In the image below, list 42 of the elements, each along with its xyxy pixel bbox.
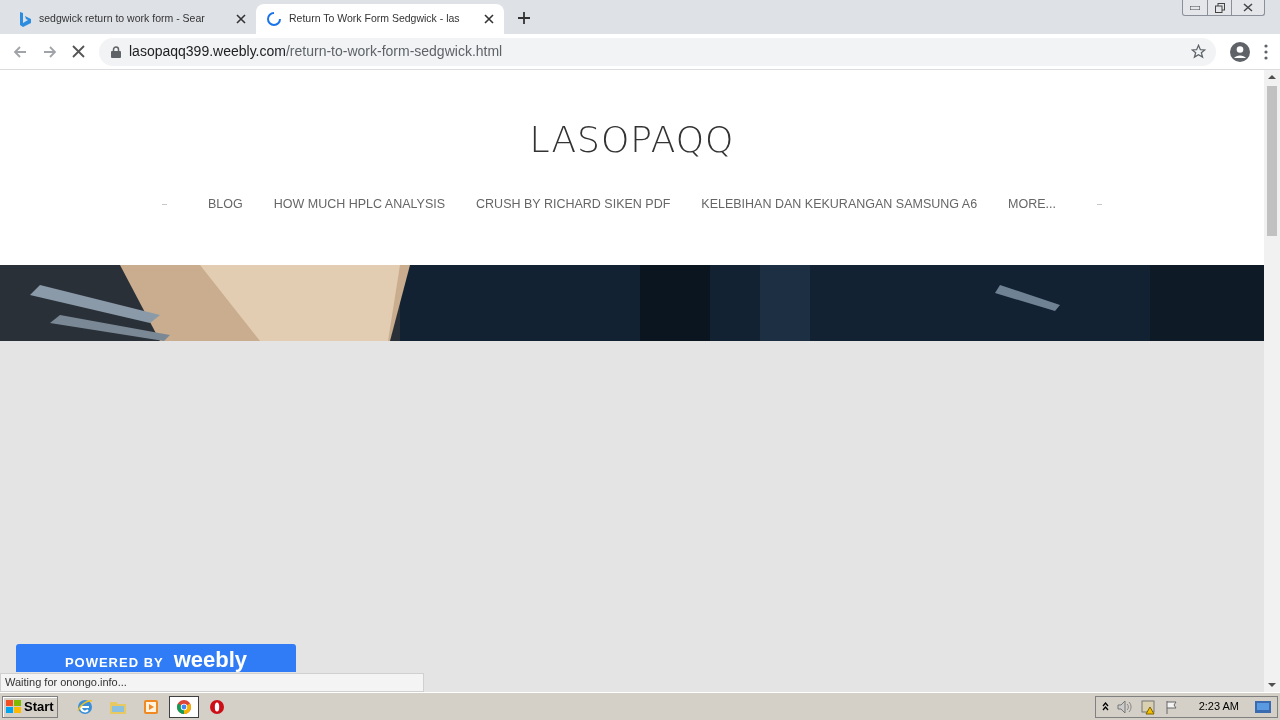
minimize-icon <box>1190 5 1200 10</box>
new-tab-icon[interactable] <box>518 12 530 24</box>
nav-link[interactable]: KELEBIHAN DAN KEKURANGAN SAMSUNG A6 <box>701 195 978 214</box>
windows-logo-icon <box>6 699 22 714</box>
nav-mark: – <box>161 197 167 211</box>
tab-title: Return To Work Form Sedgwick - las <box>289 11 461 27</box>
site-title: LASOPAQQ <box>529 122 735 158</box>
scroll-up-icon[interactable] <box>1268 74 1276 80</box>
flag-icon[interactable] <box>1164 699 1179 714</box>
close-icon[interactable] <box>236 14 246 24</box>
url-text: lasopaqq399.weebly.com/return-to-work-form-sedgwick.html <box>129 42 504 61</box>
address-bar[interactable]: lasopaqq399.weebly.com/return-to-work-form-sedgwick.html <box>99 37 1216 66</box>
close-icon[interactable] <box>484 14 494 24</box>
chrome-icon <box>175 698 192 715</box>
network-warning-icon[interactable] <box>1140 698 1157 715</box>
nav-link[interactable]: HOW MUCH HPLC ANALYSIS <box>273 195 446 214</box>
stop-icon[interactable] <box>72 45 85 58</box>
tab-title: sedgwick return to work form - Sear <box>39 11 206 27</box>
menu-icon[interactable] <box>1264 43 1268 60</box>
media-player-icon <box>142 698 159 715</box>
nav-link[interactable]: MORE... <box>1008 195 1056 214</box>
scroll-down-icon[interactable] <box>1268 682 1276 688</box>
start-button[interactable]: Start <box>2 695 58 718</box>
close-icon <box>1243 3 1253 12</box>
lock-icon <box>111 45 121 58</box>
star-icon[interactable] <box>1191 44 1206 59</box>
desktop-icon[interactable] <box>1255 700 1271 713</box>
browser-tab[interactable]: Return To Work Form Sedgwick - las <box>256 4 504 34</box>
nav-mark: – <box>1097 197 1103 211</box>
speaker-icon[interactable] <box>1116 699 1133 714</box>
status-bubble: Waiting for onongo.info... <box>0 673 424 692</box>
chevron-up-icon[interactable] <box>1101 702 1109 711</box>
nav-link[interactable]: BLOG <box>208 195 243 214</box>
nav-link[interactable]: CRUSH BY RICHARD SIKEN PDF <box>476 195 671 214</box>
globe-e-icon <box>75 697 94 716</box>
profile-icon[interactable] <box>1230 41 1250 62</box>
opera-icon <box>208 698 225 715</box>
weebly-badge[interactable]: POWERED BY weebly <box>16 644 296 672</box>
clock: 2:23 AM <box>1198 699 1239 715</box>
taskbar-app[interactable] <box>168 695 199 718</box>
scrollbar[interactable] <box>1264 70 1280 692</box>
scroll-thumb[interactable] <box>1267 86 1277 236</box>
